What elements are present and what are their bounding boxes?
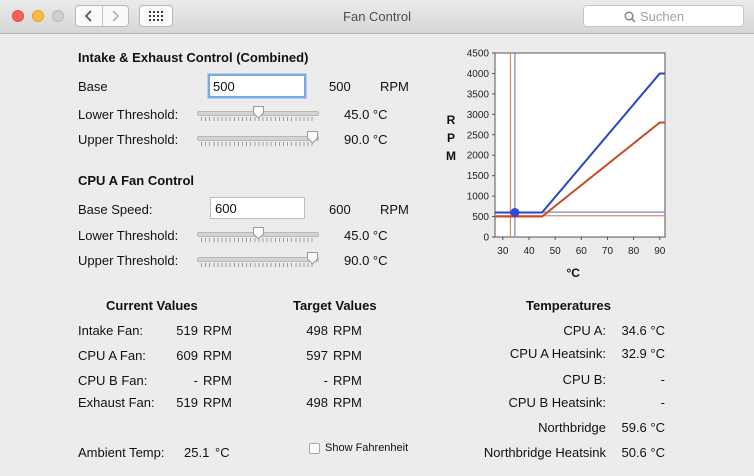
y-tick-label-3: 1500: [467, 171, 490, 182]
x-tick-label-3: 60: [576, 246, 588, 257]
intake-base-input[interactable]: [208, 74, 306, 98]
temp-label-northbridge-heatsink: Northbridge Heatsink: [483, 445, 606, 460]
target-unit-cpu-a: RPM: [333, 348, 362, 363]
intake-base-value: 500: [329, 79, 351, 94]
search-input[interactable]: [636, 9, 730, 24]
temp-value-cpu-a: 34.6 °C: [621, 323, 665, 338]
temp-label-northbridge: Northbridge: [538, 420, 606, 435]
x-tick-label-0: 30: [497, 246, 509, 257]
target-unit-intake: RPM: [333, 323, 362, 338]
title-bar: Fan Control: [0, 0, 754, 34]
plot-area: [494, 52, 666, 238]
current-unit-cpu-a: RPM: [203, 348, 232, 363]
temp-value-northbridge-heatsink: 50.6 °C: [621, 445, 665, 460]
current-label-exhaust: Exhaust Fan:: [78, 395, 155, 410]
intake-base-unit: RPM: [380, 79, 409, 94]
temp-value-cpu-b-heatsink: -: [660, 395, 665, 410]
cpu-a-lower-threshold-slider[interactable]: [197, 226, 319, 244]
current-value-intake: 519: [176, 323, 198, 338]
x-axis-label: °C: [566, 266, 580, 280]
search-icon: [624, 11, 636, 22]
show-fahrenheit-checkbox[interactable]: [309, 443, 320, 454]
ambient-temp-value: 25.1: [184, 445, 210, 460]
y-tick-label-2: 1000: [467, 192, 490, 203]
cpu-a-header: CPU A Fan Control: [78, 173, 195, 188]
slider-knob[interactable]: [306, 130, 319, 144]
y-axis-label-char-2: M: [446, 149, 456, 163]
target-value-cpu-a: 597: [306, 348, 328, 363]
current-rpm-marker: [510, 207, 520, 217]
intake-upper-threshold-value: 90.0 °C: [344, 132, 388, 147]
cpu-a-base-value: 600: [329, 202, 351, 217]
cpu-a-base-label: Base Speed:: [78, 202, 153, 217]
ambient-temp-label: Ambient Temp:: [78, 445, 165, 460]
x-tick-label-4: 70: [602, 246, 614, 257]
temp-label-cpu-a: CPU A:: [563, 323, 606, 338]
y-tick-label-4: 2000: [467, 151, 490, 162]
cpu-a-base-input[interactable]: [210, 197, 305, 219]
current-values-header: Current Values: [106, 298, 198, 313]
y-tick-label-0: 0: [483, 233, 489, 244]
target-value-exhaust: 498: [306, 395, 328, 410]
target-value-intake: 498: [306, 323, 328, 338]
x-tick-label-5: 80: [628, 246, 640, 257]
app-window: Fan Control Intake & Exhaust Control (Co…: [0, 0, 754, 476]
current-label-cpu-a: CPU A Fan:: [78, 348, 146, 363]
current-unit-intake: RPM: [203, 323, 232, 338]
current-unit-exhaust: RPM: [203, 395, 232, 410]
y-tick-label-8: 4000: [467, 69, 490, 80]
y-axis-label-char-0: R: [447, 113, 456, 127]
y-axis-label-char-1: P: [447, 131, 455, 145]
intake-lower-threshold-value: 45.0 °C: [344, 107, 388, 122]
current-value-cpu-a: 609: [176, 348, 198, 363]
target-value-cpu-b: -: [323, 373, 328, 388]
search-box[interactable]: [583, 5, 744, 27]
slider-knob[interactable]: [252, 226, 265, 240]
show-fahrenheit-label[interactable]: Show Fahrenheit: [325, 442, 408, 454]
temp-value-cpu-a-heatsink: 32.9 °C: [621, 346, 665, 361]
temp-value-cpu-b: -: [660, 372, 665, 387]
y-tick-label-7: 3500: [467, 89, 490, 100]
y-tick-label-9: 4500: [467, 49, 490, 60]
cpu-a-upper-threshold-value: 90.0 °C: [344, 253, 388, 268]
y-tick-label-1: 500: [472, 212, 489, 223]
slider-knob[interactable]: [252, 105, 265, 119]
intake-exhaust-header: Intake & Exhaust Control (Combined): [78, 50, 309, 65]
intake-upper-threshold-label: Upper Threshold:: [78, 132, 179, 147]
intake-base-label: Base: [78, 79, 108, 94]
current-label-intake: Intake Fan:: [78, 323, 144, 338]
x-tick-label-1: 40: [523, 246, 535, 257]
current-unit-cpu-b: RPM: [203, 373, 232, 388]
temp-value-northbridge: 59.6 °C: [621, 420, 665, 435]
intake-lower-threshold-label: Lower Threshold:: [78, 107, 179, 122]
temp-label-cpu-a-heatsink: CPU A Heatsink:: [509, 346, 606, 361]
current-value-cpu-b: -: [193, 373, 198, 388]
cpu-a-upper-threshold-label: Upper Threshold:: [78, 253, 179, 268]
intake-lower-threshold-slider[interactable]: [197, 105, 319, 123]
slider-knob[interactable]: [306, 251, 319, 265]
x-tick-label-2: 50: [550, 246, 562, 257]
temperatures-header: Temperatures: [526, 298, 612, 313]
x-tick-label-6: 90: [654, 246, 666, 257]
temp-label-cpu-b: CPU B:: [562, 372, 606, 387]
target-unit-cpu-b: RPM: [333, 373, 362, 388]
cpu-a-lower-threshold-label: Lower Threshold:: [78, 228, 179, 243]
ambient-temp-unit: °C: [215, 445, 230, 460]
fan-curve-chart: 0 500 1000 1500 2000 2500 3000 3500 4000 4500 30 40…: [446, 49, 666, 281]
current-label-cpu-b: CPU B Fan:: [78, 373, 148, 388]
y-tick-label-5: 2500: [467, 130, 490, 141]
target-values-header: Target Values: [293, 298, 377, 313]
temp-label-cpu-b-heatsink: CPU B Heatsink:: [508, 395, 606, 410]
y-tick-label-6: 3000: [467, 110, 490, 121]
target-unit-exhaust: RPM: [333, 395, 362, 410]
current-value-exhaust: 519: [176, 395, 198, 410]
cpu-a-base-unit: RPM: [380, 202, 409, 217]
cpu-a-upper-threshold-slider[interactable]: [197, 251, 319, 269]
cpu-a-lower-threshold-value: 45.0 °C: [344, 228, 388, 243]
intake-upper-threshold-slider[interactable]: [197, 130, 319, 148]
